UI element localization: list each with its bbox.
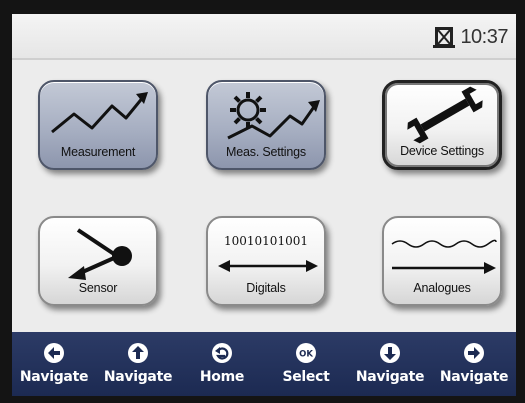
home-return-icon	[212, 343, 232, 363]
menu-grid: Measurement Meas. Settings Device Settin…	[12, 60, 516, 332]
nav-label: Navigate	[439, 369, 509, 385]
clock: 10:37	[460, 25, 508, 48]
navigate-up-button[interactable]: Navigate	[96, 332, 180, 396]
arrow-down-icon	[380, 343, 400, 363]
tile-label: Meas. Settings	[226, 145, 306, 159]
tile-label: Sensor	[78, 281, 118, 295]
select-button[interactable]: OK Select	[264, 332, 348, 396]
sd-card-icon	[433, 27, 456, 48]
measurement-tile[interactable]: Measurement	[38, 80, 158, 170]
ok-icon-text: OK	[299, 350, 313, 360]
nav-label: Select	[282, 369, 330, 385]
arrow-up-icon	[128, 343, 148, 363]
nav-label: Navigate	[19, 369, 89, 385]
meas-settings-tile[interactable]: Meas. Settings	[206, 80, 326, 170]
screen: 10:37 Measurement Meas. Settings Device …	[12, 14, 516, 396]
navigate-right-button[interactable]: Navigate	[432, 332, 516, 396]
navigate-left-button[interactable]: Navigate	[12, 332, 96, 396]
tile-label: Device Settings	[400, 144, 484, 158]
device-settings-tile[interactable]: Device Settings	[382, 80, 502, 170]
nav-label: Navigate	[355, 369, 425, 385]
wrench-icon	[407, 86, 483, 144]
tile-label: Digitals	[246, 281, 286, 295]
status-bar: 10:37	[12, 14, 516, 60]
digitals-tile[interactable]: 10010101001 Digitals	[206, 216, 326, 306]
analogues-tile[interactable]: Analogues	[382, 216, 502, 306]
sensor-tile[interactable]: Sensor	[38, 216, 158, 306]
arrow-left-icon	[44, 343, 64, 363]
nav-label: Home	[199, 369, 245, 385]
navigation-bar: Navigate Navigate Home OK Select Navigat…	[12, 332, 516, 396]
device-bezel: 10:37 Measurement Meas. Settings Device …	[0, 0, 525, 403]
arrow-right-icon	[464, 343, 484, 363]
ok-icon: OK	[296, 343, 316, 363]
navigate-down-button[interactable]: Navigate	[348, 332, 432, 396]
home-button[interactable]: Home	[180, 332, 264, 396]
tile-label: Measurement	[60, 145, 136, 159]
nav-label: Navigate	[103, 369, 173, 385]
tile-label: Analogues	[413, 281, 471, 295]
status-indicators: 10:37	[432, 24, 508, 50]
